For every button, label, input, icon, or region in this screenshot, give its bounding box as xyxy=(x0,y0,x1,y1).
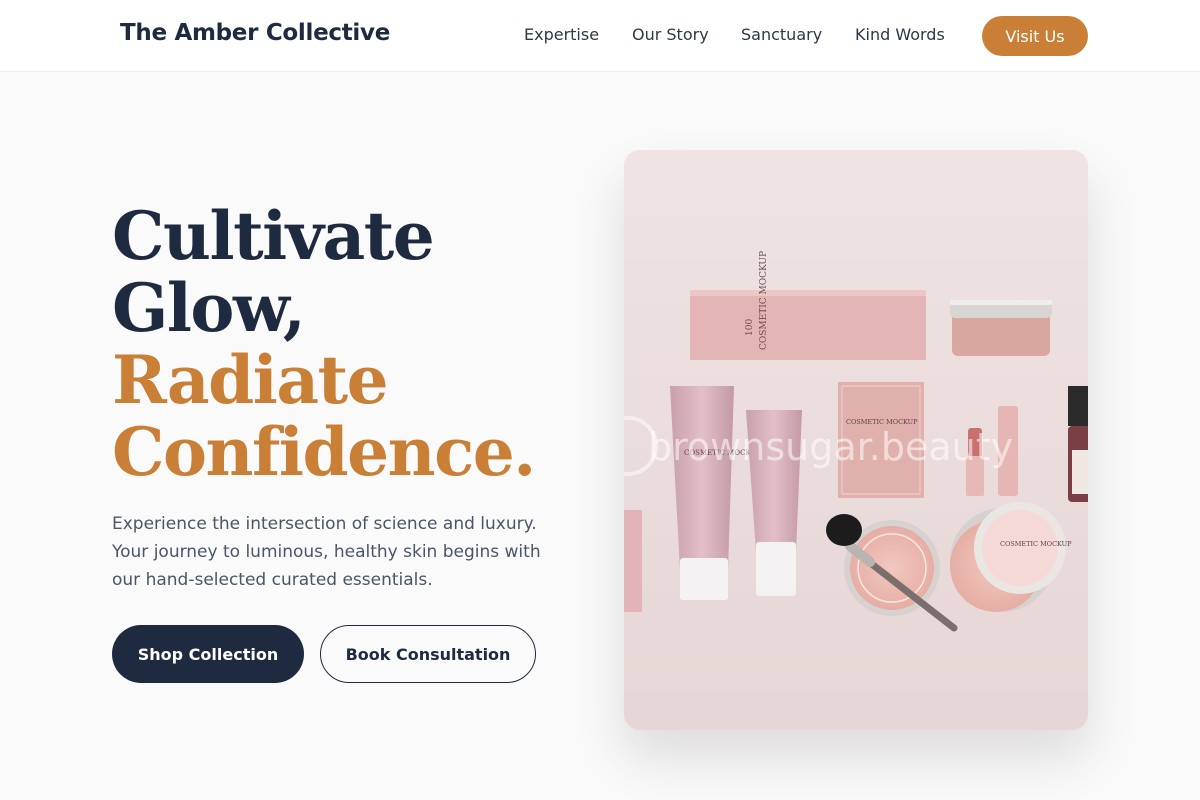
headline-line-3: Radiate xyxy=(112,341,389,419)
hero-description: Experience the intersection of science a… xyxy=(112,514,541,590)
cosmetics-flatlay: 100 COSMETIC MOCKUP COSMETIC MOCKUP COSM… xyxy=(624,150,1088,730)
hero-headline: Cultivate Glow, Radiate Confidence. xyxy=(112,197,536,491)
product-image: 100 COSMETIC MOCKUP COSMETIC MOCKUP COSM… xyxy=(624,150,1088,730)
visit-us-button[interactable]: Visit Us xyxy=(982,16,1088,56)
nav-link-expertise[interactable]: Expertise xyxy=(524,24,599,46)
box-number: 100 xyxy=(745,319,755,336)
book-consultation-button[interactable]: Book Consultation xyxy=(320,625,536,683)
headline-line-4: Confidence. xyxy=(112,413,536,491)
site-header: The Amber Collective Expertise Our Story… xyxy=(0,0,1200,72)
nav-link-our-story[interactable]: Our Story xyxy=(632,24,709,46)
side-card xyxy=(624,510,642,612)
headline-line-1: Cultivate xyxy=(112,197,435,275)
dropper-bottle xyxy=(1068,386,1088,502)
cream-jar xyxy=(950,300,1052,356)
nav-link-kind-words[interactable]: Kind Words xyxy=(855,24,945,46)
headline-line-2: Glow, xyxy=(112,269,306,347)
nav-link-sanctuary[interactable]: Sanctuary xyxy=(741,24,822,46)
shop-collection-button[interactable]: Shop Collection xyxy=(112,625,304,683)
compact-label: COSMETIC MOCKUP xyxy=(1000,540,1072,548)
watermark-text: brownsugar.beauty xyxy=(648,425,1013,469)
box-label: COSMETIC MOCKUP xyxy=(759,251,769,350)
